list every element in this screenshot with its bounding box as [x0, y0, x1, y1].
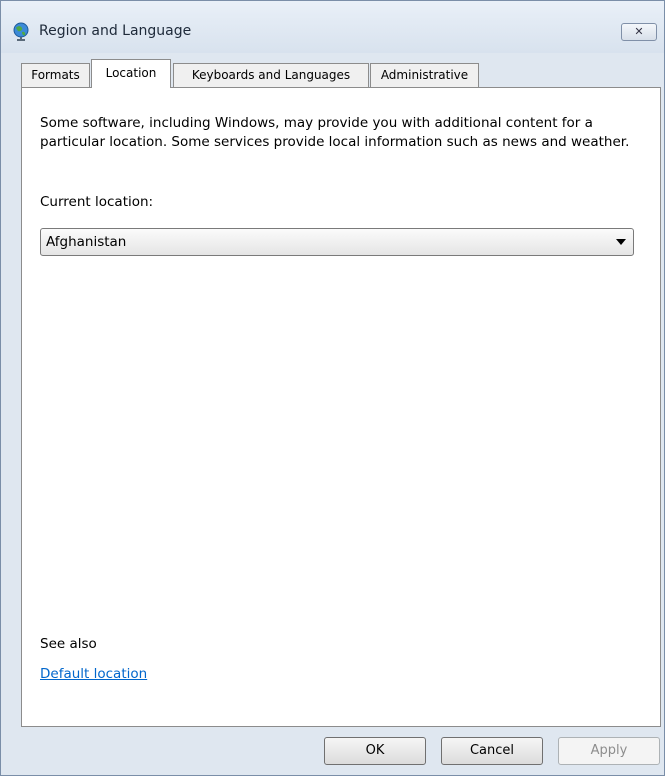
chevron-down-icon — [616, 239, 626, 245]
tab-formats[interactable]: Formats — [21, 63, 90, 87]
window-title: Region and Language — [39, 23, 192, 39]
location-description: Some software, including Windows, may pr… — [40, 115, 630, 150]
see-also-heading: See also — [40, 636, 97, 652]
current-location-dropdown[interactable]: Afghanistan — [40, 228, 634, 256]
location-tab-panel: Some software, including Windows, may pr… — [21, 87, 661, 727]
tab-administrative[interactable]: Administrative — [370, 63, 479, 87]
close-icon: ✕ — [634, 25, 644, 38]
default-location-link[interactable]: Default location — [40, 666, 147, 682]
title-bar: Region and Language ✕ — [1, 1, 664, 53]
current-location-value: Afghanistan — [46, 234, 127, 250]
cancel-button[interactable]: Cancel — [441, 737, 543, 765]
globe-icon — [13, 22, 29, 41]
tab-keyboards-and-languages[interactable]: Keyboards and Languages — [173, 63, 369, 87]
region-language-dialog: Region and Language ✕ Formats Location K… — [0, 0, 665, 776]
current-location-label: Current location: — [40, 194, 154, 210]
tab-location[interactable]: Location — [91, 59, 171, 88]
apply-button[interactable]: Apply — [558, 737, 660, 765]
ok-button[interactable]: OK — [324, 737, 426, 765]
close-button[interactable]: ✕ — [621, 23, 657, 41]
